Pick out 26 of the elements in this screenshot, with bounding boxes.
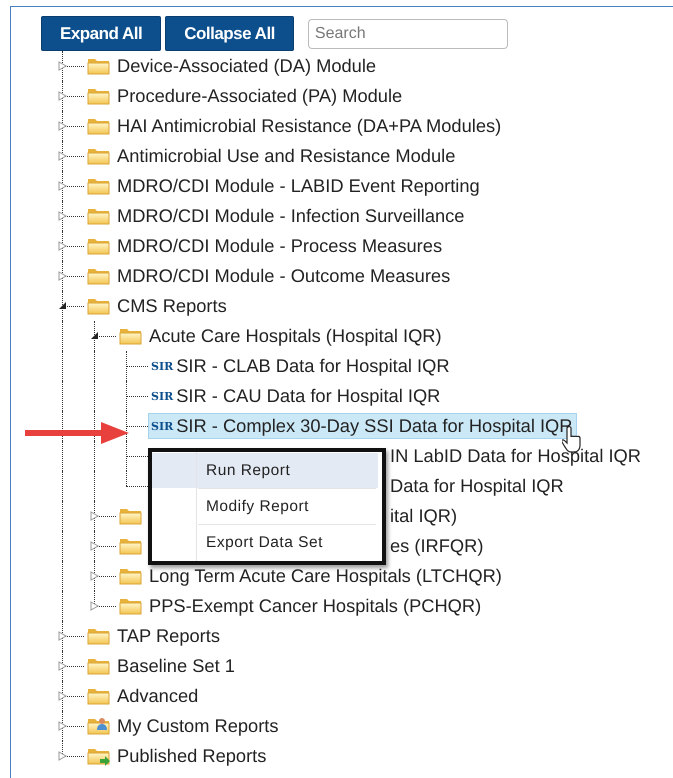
item-label: SIR - CAU Data for Hospital IQR — [176, 385, 440, 407]
item-label: Data for Hospital IQR — [390, 475, 564, 497]
item-label: CMS Reports — [117, 295, 227, 317]
item-label: MDRO/CDI Module - LABID Event Reporting — [117, 175, 480, 197]
report-type-label: SIR — [151, 390, 174, 402]
item-label: IN LabID Data for Hospital IQR — [390, 445, 641, 467]
item-label: My Custom Reports — [117, 715, 279, 737]
item-label: MDRO/CDI Module - Process Measures — [117, 235, 442, 257]
item-label: Device-Associated (DA) Module — [117, 55, 376, 77]
item-label: Advanced — [117, 685, 198, 707]
item-label: MDRO/CDI Module - Infection Surveillance — [117, 205, 464, 227]
item-label: MDRO/CDI Module - Outcome Measures — [117, 265, 450, 287]
report-type-label: SIR — [151, 420, 174, 432]
item-label: Long Term Acute Care Hospitals (LTCHQR) — [149, 565, 502, 587]
item-label: Antimicrobial Use and Resistance Module — [117, 145, 456, 167]
item-label: PPS-Exempt Cancer Hospitals (PCHQR) — [149, 595, 482, 617]
item-label: SIR - CLAB Data for Hospital IQR — [176, 355, 450, 377]
item-label: Published Reports — [117, 745, 266, 767]
item-label: es (IRFQR) — [390, 535, 484, 557]
item-label: Baseline Set 1 — [117, 655, 235, 677]
item-label: ital IQR) — [390, 505, 458, 527]
report-type-label: SIR — [151, 360, 174, 372]
item-label: Acute Care Hospitals (Hospital IQR) — [149, 325, 442, 347]
item-label: Procedure-Associated (PA) Module — [117, 85, 402, 107]
item-label: HAI Antimicrobial Resistance (DA+PA Modules) — [117, 115, 502, 137]
item-label: TAP Reports — [117, 625, 220, 647]
